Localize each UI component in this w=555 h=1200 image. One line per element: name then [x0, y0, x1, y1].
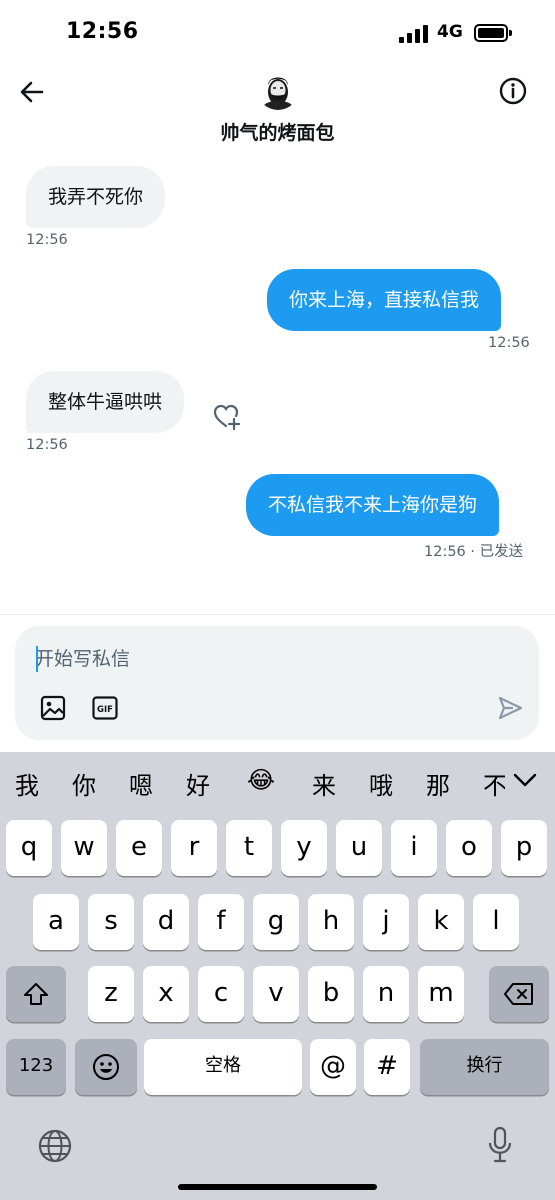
text-caret [36, 646, 38, 672]
candidate-bar: 我 你 嗯 好 😂 来 哦 那 不 [0, 752, 555, 812]
key-o[interactable]: o [446, 820, 492, 876]
key-k[interactable]: k [418, 894, 464, 950]
numbers-key[interactable]: 123 [6, 1039, 66, 1095]
key-n[interactable]: n [363, 966, 409, 1022]
key-s[interactable]: s [88, 894, 134, 950]
add-reaction-heart-icon[interactable] [211, 401, 241, 431]
key-a[interactable]: a [33, 894, 79, 950]
message-composer: 开始写私信 GIF [15, 626, 539, 740]
hash-key[interactable]: # [364, 1039, 410, 1095]
return-key[interactable]: 换行 [420, 1039, 549, 1095]
key-h[interactable]: h [308, 894, 354, 950]
key-g[interactable]: g [253, 894, 299, 950]
candidate-word[interactable]: 来 [312, 766, 336, 801]
candidate-word[interactable]: 好 [186, 766, 210, 801]
candidate-emoji[interactable]: 😂 [247, 766, 275, 794]
key-l[interactable]: l [473, 894, 519, 950]
key-m[interactable]: m [418, 966, 464, 1022]
ios-keyboard: 我 你 嗯 好 😂 来 哦 那 不 q w e r t y u i o p a … [0, 752, 555, 1200]
battery-icon [474, 24, 512, 42]
delete-key[interactable] [489, 966, 549, 1022]
emoji-key[interactable] [75, 1039, 137, 1095]
key-v[interactable]: v [253, 966, 299, 1022]
key-c[interactable]: c [198, 966, 244, 1022]
signal-icon [399, 25, 429, 43]
candidate-word[interactable]: 那 [426, 766, 450, 801]
send-icon[interactable] [496, 694, 524, 722]
composer-divider [0, 614, 555, 615]
key-r[interactable]: r [171, 820, 217, 876]
message-input[interactable]: 开始写私信 [35, 644, 475, 674]
at-key[interactable]: @ [310, 1039, 356, 1095]
key-y[interactable]: y [281, 820, 327, 876]
key-f[interactable]: f [198, 894, 244, 950]
message-bubble-incoming[interactable]: 整体牛逼哄哄 [26, 371, 185, 433]
key-b[interactable]: b [308, 966, 354, 1022]
candidate-word[interactable]: 嗯 [129, 766, 153, 801]
message-bubble-outgoing[interactable]: 你来上海，直接私信我 [267, 269, 502, 331]
candidate-word[interactable]: 我 [15, 766, 39, 801]
shift-key[interactable] [6, 966, 66, 1022]
gif-label: GIF [97, 705, 113, 715]
message-bubble-outgoing[interactable]: 不私信我不来上海你是狗 [246, 474, 500, 536]
key-x[interactable]: x [143, 966, 189, 1022]
status-bar: 12:56 4G [0, 0, 555, 62]
space-key[interactable]: 空格 [144, 1039, 302, 1095]
message-timestamp: 12:56 [26, 437, 68, 453]
candidate-word[interactable]: 哦 [369, 766, 393, 801]
key-z[interactable]: z [88, 966, 134, 1022]
key-e[interactable]: e [116, 820, 162, 876]
chevron-down-icon[interactable] [505, 762, 545, 802]
key-u[interactable]: u [336, 820, 382, 876]
gif-icon[interactable]: GIF [92, 696, 118, 720]
status-time: 12:56 [66, 19, 139, 44]
candidate-word[interactable]: 你 [72, 766, 96, 801]
conversation-header: 帅气的烤面包 [0, 62, 555, 157]
key-j[interactable]: j [363, 894, 409, 950]
image-icon[interactable] [39, 694, 67, 722]
message-timestamp: 12:56 [488, 335, 530, 351]
message-timestamp: 12:56 [26, 232, 68, 248]
network-label: 4G [437, 22, 463, 42]
key-q[interactable]: q [6, 820, 52, 876]
key-i[interactable]: i [391, 820, 437, 876]
key-t[interactable]: t [226, 820, 272, 876]
key-d[interactable]: d [143, 894, 189, 950]
message-timestamp-sent: 12:56 · 已发送 [424, 544, 524, 560]
contact-avatar[interactable] [257, 68, 299, 110]
key-p[interactable]: p [501, 820, 547, 876]
candidate-word[interactable]: 不 [483, 766, 507, 801]
globe-icon[interactable] [37, 1128, 73, 1164]
contact-name[interactable]: 帅气的烤面包 [0, 118, 555, 145]
home-indicator [178, 1184, 377, 1190]
dm-conversation-screen: 12:56 4G 我弄不死你 12:56 你来上海，直接私信我 12:56 整体… [0, 0, 555, 1200]
key-w[interactable]: w [61, 820, 107, 876]
microphone-icon[interactable] [487, 1126, 513, 1164]
back-arrow-icon[interactable] [14, 74, 50, 110]
info-icon[interactable] [496, 74, 530, 108]
message-bubble-incoming[interactable]: 我弄不死你 [26, 166, 166, 228]
